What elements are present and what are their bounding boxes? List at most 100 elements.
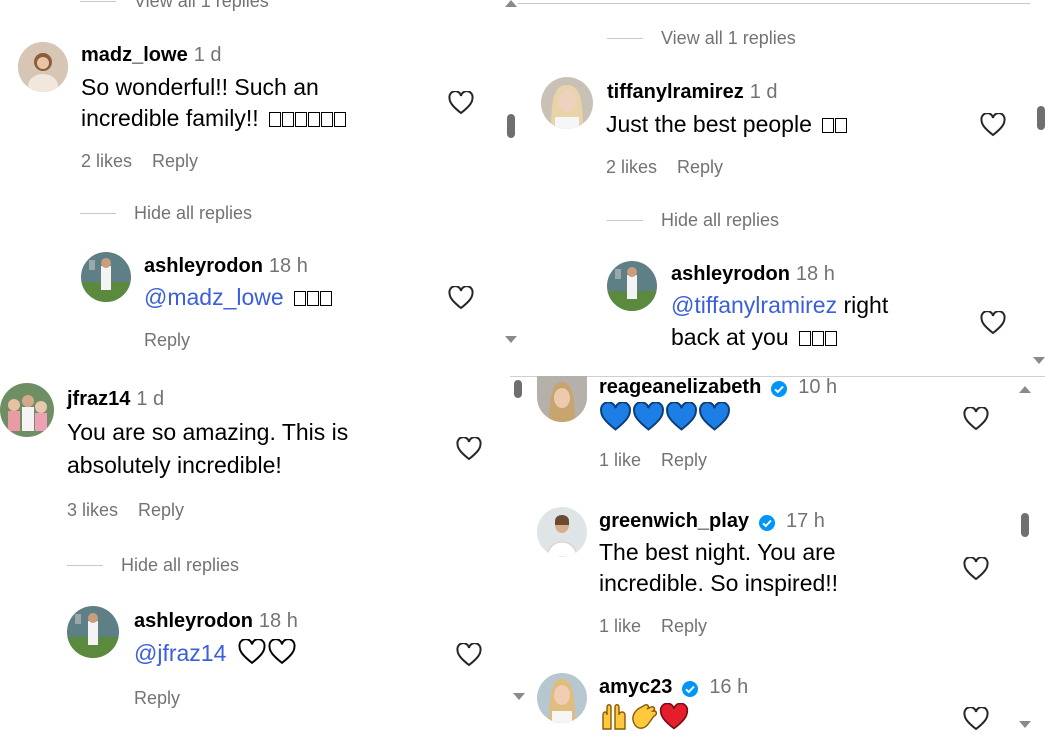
white-heart-icon <box>268 638 296 665</box>
like-heart-icon[interactable] <box>963 557 989 581</box>
reply-button[interactable]: Reply <box>144 330 190 350</box>
emoji-placeholder-icon <box>269 105 347 131</box>
timestamp: 10 h <box>798 376 838 398</box>
comment-header: greenwich_play 17 h <box>599 510 825 533</box>
verified-badge-icon <box>758 514 775 531</box>
likes-count[interactable]: 2 likes <box>81 151 132 171</box>
blue-heart-icon <box>600 401 631 431</box>
comments-panel-bottom-right: reageanelizabeth 10 h 1 like Reply greenw… <box>510 376 1045 754</box>
comment-text-line: So wonderful!! Such an <box>81 74 319 100</box>
emoji-placeholder-icon <box>822 111 848 137</box>
comments-panel-bottom-left: jfraz14 1 d You are so amazing. This is a… <box>0 372 510 754</box>
scroll-down-arrow-icon[interactable] <box>505 336 517 343</box>
view-all-replies-toggle[interactable]: View all 1 replies <box>80 0 269 12</box>
likes-count[interactable]: 2 likes <box>606 157 657 177</box>
like-heart-icon[interactable] <box>456 643 482 667</box>
avatar[interactable] <box>537 376 587 422</box>
comment-meta: 1 like Reply <box>599 616 727 637</box>
scrollbar-thumb[interactable] <box>507 114 515 138</box>
comment-text-line: incredible. So inspired!! <box>599 570 839 596</box>
timestamp: 18 h <box>258 610 298 632</box>
view-all-replies-toggle[interactable]: View all 1 replies <box>607 28 796 49</box>
scroll-down-arrow-icon[interactable] <box>1019 721 1031 728</box>
username[interactable]: ashleyrodon <box>144 255 263 277</box>
like-heart-icon[interactable] <box>448 91 474 115</box>
avatar[interactable] <box>67 606 119 658</box>
like-heart-icon[interactable] <box>980 113 1006 137</box>
timestamp: 1 d <box>136 388 165 410</box>
avatar[interactable] <box>537 507 587 557</box>
hide-all-replies-label: Hide all replies <box>134 203 253 223</box>
mention-link[interactable]: @jfraz14 <box>134 640 226 666</box>
panel-top-border <box>518 3 1030 4</box>
verified-badge-icon <box>770 380 787 397</box>
avatar[interactable] <box>537 673 587 723</box>
comment-meta: 2 likes Reply <box>606 157 743 178</box>
view-all-replies-label: View all 1 replies <box>661 28 796 48</box>
hide-all-replies-toggle[interactable]: Hide all replies <box>67 555 239 576</box>
likes-count[interactable]: 3 likes <box>67 500 118 520</box>
username[interactable]: ashleyrodon <box>671 263 790 285</box>
like-heart-icon[interactable] <box>980 311 1006 335</box>
reply-button[interactable]: Reply <box>138 500 184 520</box>
likes-count[interactable]: 1 like <box>599 616 641 636</box>
like-heart-icon[interactable] <box>963 407 989 431</box>
timestamp: 1 d <box>193 44 222 66</box>
timestamp: 16 h <box>709 676 749 698</box>
raising-hands-icon <box>602 704 626 730</box>
comment-text-line: incredible family!! <box>81 103 347 134</box>
avatar[interactable] <box>18 42 68 92</box>
username[interactable]: greenwich_play <box>599 510 749 532</box>
username[interactable]: amyc23 <box>599 676 672 698</box>
scroll-up-arrow-icon[interactable] <box>505 0 517 7</box>
username[interactable]: tiffanylramirez <box>607 81 744 103</box>
comment-meta: Reply <box>134 688 200 709</box>
reply-button[interactable]: Reply <box>661 450 707 470</box>
mention-link[interactable]: @tiffanylramirez <box>671 292 837 318</box>
mention-link[interactable]: @madz_lowe <box>144 284 284 310</box>
reply-button[interactable]: Reply <box>661 616 707 636</box>
username[interactable]: ashleyrodon <box>134 610 253 632</box>
emoji-placeholder-icon <box>799 324 838 350</box>
comments-panel-top-left: View all 1 replies madz_lowe 1 d So wonde… <box>0 0 500 372</box>
scroll-up-arrow-icon[interactable] <box>1019 386 1031 393</box>
like-heart-icon[interactable] <box>963 707 989 731</box>
clapping-hands-icon <box>632 704 658 729</box>
comment-meta: 2 likes Reply <box>81 151 218 172</box>
avatar[interactable] <box>541 77 593 129</box>
scrollbar-thumb[interactable] <box>1021 513 1029 537</box>
username[interactable]: reageanelizabeth <box>599 376 761 398</box>
comments-panel-top-right: View all 1 replies tiffanylramirez 1 d Ju… <box>500 0 1045 372</box>
blue-heart-icon <box>633 401 664 431</box>
likes-count[interactable]: 1 like <box>599 450 641 470</box>
avatar[interactable] <box>607 261 657 311</box>
scrollbar-thumb[interactable] <box>1037 106 1045 130</box>
reply-button[interactable]: Reply <box>152 151 198 171</box>
like-heart-icon[interactable] <box>456 437 482 461</box>
username[interactable]: madz_lowe <box>81 44 188 66</box>
timestamp: 1 d <box>749 81 778 103</box>
comment-text-line: The best night. You are <box>599 539 836 565</box>
emoji-reactions <box>599 702 689 736</box>
username[interactable]: jfraz14 <box>67 388 130 410</box>
avatar[interactable] <box>0 383 54 437</box>
hide-all-replies-toggle[interactable]: Hide all replies <box>607 210 779 231</box>
comment-header: ashleyrodon 18 h <box>144 255 308 278</box>
comment-text-line: You are so amazing. This is <box>67 419 349 445</box>
reply-button[interactable]: Reply <box>677 157 723 177</box>
comment-meta: 3 likes Reply <box>67 500 204 521</box>
comment-header: jfraz14 1 d <box>67 388 164 411</box>
scroll-down-arrow-icon[interactable] <box>513 693 525 700</box>
comment-header: amyc23 16 h <box>599 676 748 699</box>
scrollbar-thumb[interactable] <box>514 380 522 398</box>
scroll-down-arrow-icon[interactable] <box>1033 357 1045 364</box>
reply-button[interactable]: Reply <box>134 688 180 708</box>
timestamp: 18 h <box>268 255 308 277</box>
comment-text-line: Just the best people <box>606 109 848 140</box>
comment-header: ashleyrodon 18 h <box>134 610 298 633</box>
view-all-replies-label: View all 1 replies <box>134 0 269 11</box>
avatar[interactable] <box>81 252 131 302</box>
hide-all-replies-toggle[interactable]: Hide all replies <box>80 203 252 224</box>
like-heart-icon[interactable] <box>448 286 474 310</box>
blue-hearts-emoji <box>599 401 731 437</box>
